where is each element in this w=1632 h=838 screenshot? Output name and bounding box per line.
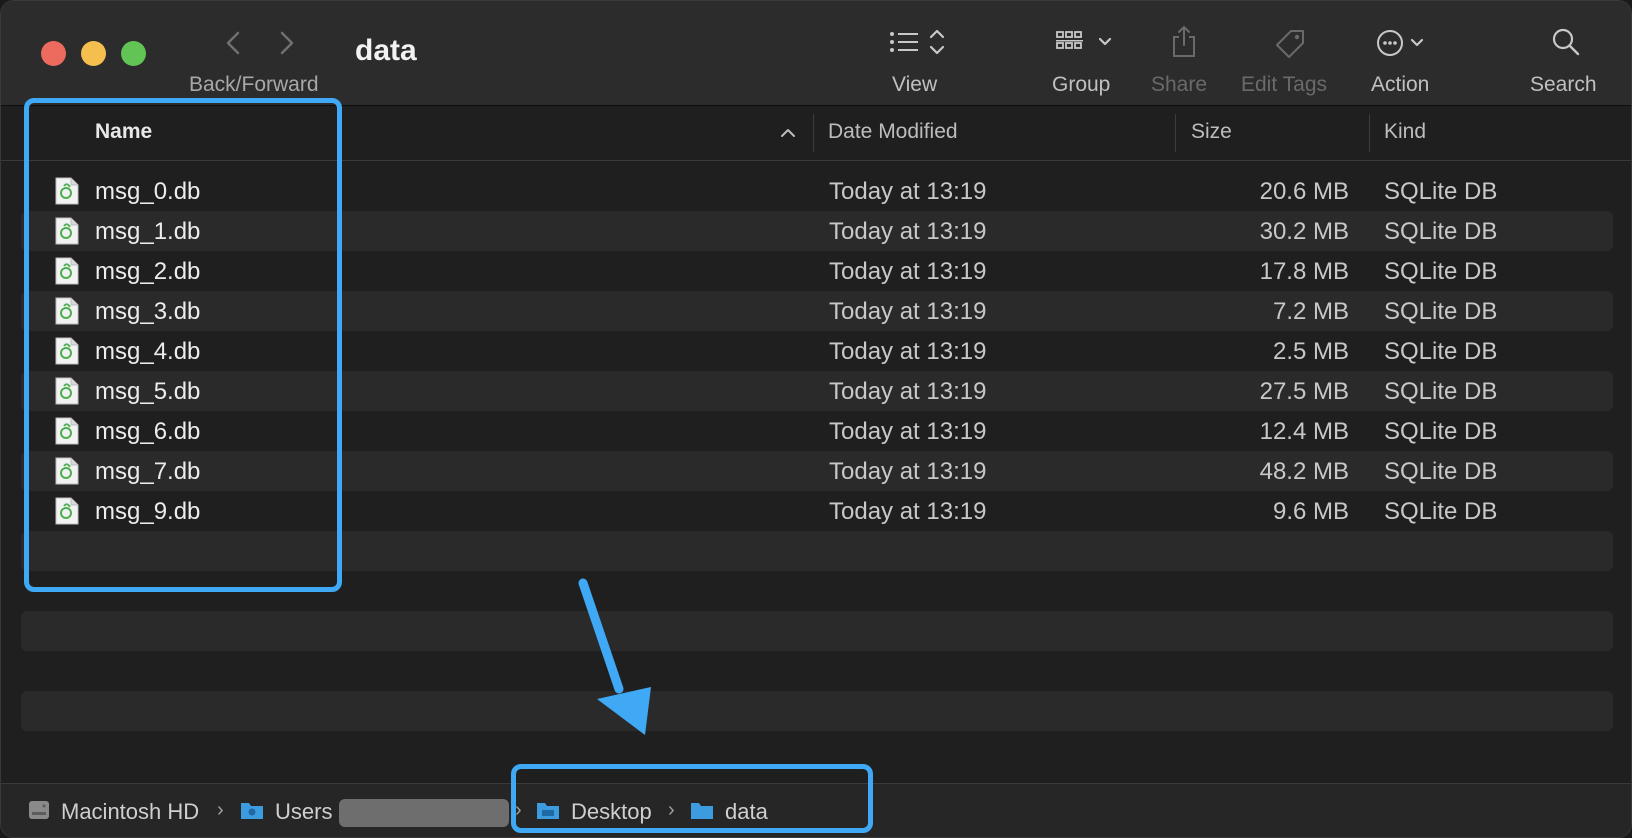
file-date-modified: Today at 13:19	[829, 298, 987, 325]
file-size: 27.5 MB	[1259, 378, 1349, 405]
file-size: 2.5 MB	[1272, 338, 1349, 365]
hard-disk-icon	[26, 798, 52, 822]
file-size: 7.2 MB	[1272, 298, 1349, 325]
file-kind: SQLite DB	[1384, 498, 1498, 525]
window-title: data	[355, 34, 417, 67]
file-date-modified: Today at 13:19	[829, 178, 987, 205]
file-kind: SQLite DB	[1384, 458, 1498, 485]
date-modified-column-header[interactable]: Date Modified	[828, 120, 958, 144]
file-kind: SQLite DB	[1384, 338, 1498, 365]
close-button[interactable]	[41, 41, 66, 66]
kind-column-header[interactable]: Kind	[1384, 120, 1426, 144]
file-kind: SQLite DB	[1384, 178, 1498, 205]
column-divider[interactable]	[1369, 114, 1370, 152]
highlight-box-file-names	[24, 98, 342, 592]
file-size: 17.8 MB	[1259, 258, 1349, 285]
group-icon[interactable]	[1055, 23, 1117, 63]
file-kind: SQLite DB	[1384, 378, 1498, 405]
file-size: 12.4 MB	[1259, 418, 1349, 445]
forward-arrow-icon[interactable]	[269, 25, 303, 61]
folder-icon	[239, 798, 265, 822]
back-forward-label: Back/Forward	[189, 73, 319, 96]
annotation-arrow-icon	[578, 578, 651, 735]
share-label: Share	[1151, 73, 1208, 96]
size-column-header[interactable]: Size	[1191, 120, 1232, 144]
search-label: Search	[1530, 73, 1597, 96]
sort-ascending-icon[interactable]	[779, 124, 797, 142]
empty-row	[21, 651, 1613, 691]
empty-row	[21, 691, 1613, 731]
file-size: 30.2 MB	[1259, 218, 1349, 245]
column-divider[interactable]	[1175, 114, 1176, 152]
file-date-modified: Today at 13:19	[829, 498, 987, 525]
pathbar-macintosh-hd[interactable]: Macintosh HD	[61, 799, 199, 825]
edit-tags-label: Edit Tags	[1241, 73, 1327, 96]
file-date-modified: Today at 13:19	[829, 458, 987, 485]
view-label: View	[892, 73, 938, 96]
highlight-box-path	[511, 764, 873, 833]
file-size: 9.6 MB	[1272, 498, 1349, 525]
file-date-modified: Today at 13:19	[829, 218, 987, 245]
file-date-modified: Today at 13:19	[829, 378, 987, 405]
action-icon[interactable]	[1375, 23, 1437, 63]
redacted-username	[339, 799, 509, 827]
file-kind: SQLite DB	[1384, 258, 1498, 285]
file-size: 20.6 MB	[1259, 178, 1349, 205]
empty-row	[21, 611, 1613, 651]
file-date-modified: Today at 13:19	[829, 418, 987, 445]
file-size: 48.2 MB	[1259, 458, 1349, 485]
file-kind: SQLite DB	[1384, 418, 1498, 445]
minimize-button[interactable]	[81, 41, 106, 66]
file-kind: SQLite DB	[1384, 218, 1498, 245]
list-view-icon[interactable]	[889, 23, 955, 63]
file-kind: SQLite DB	[1384, 298, 1498, 325]
finder-window: Back/Forward data View Group Share Edit …	[0, 0, 1632, 838]
zoom-button[interactable]	[121, 41, 146, 66]
back-arrow-icon[interactable]	[217, 25, 251, 61]
share-icon[interactable]	[1171, 23, 1197, 63]
pathbar-users[interactable]: Users	[275, 799, 332, 825]
group-label: Group	[1052, 73, 1111, 96]
chevron-right-icon: ›	[217, 799, 224, 821]
tag-icon[interactable]	[1273, 23, 1307, 63]
search-icon[interactable]	[1551, 23, 1581, 63]
column-divider[interactable]	[813, 114, 814, 152]
file-date-modified: Today at 13:19	[829, 258, 987, 285]
toolbar: Back/Forward data View Group Share Edit …	[1, 1, 1631, 106]
file-date-modified: Today at 13:19	[829, 338, 987, 365]
action-label: Action	[1371, 73, 1430, 96]
